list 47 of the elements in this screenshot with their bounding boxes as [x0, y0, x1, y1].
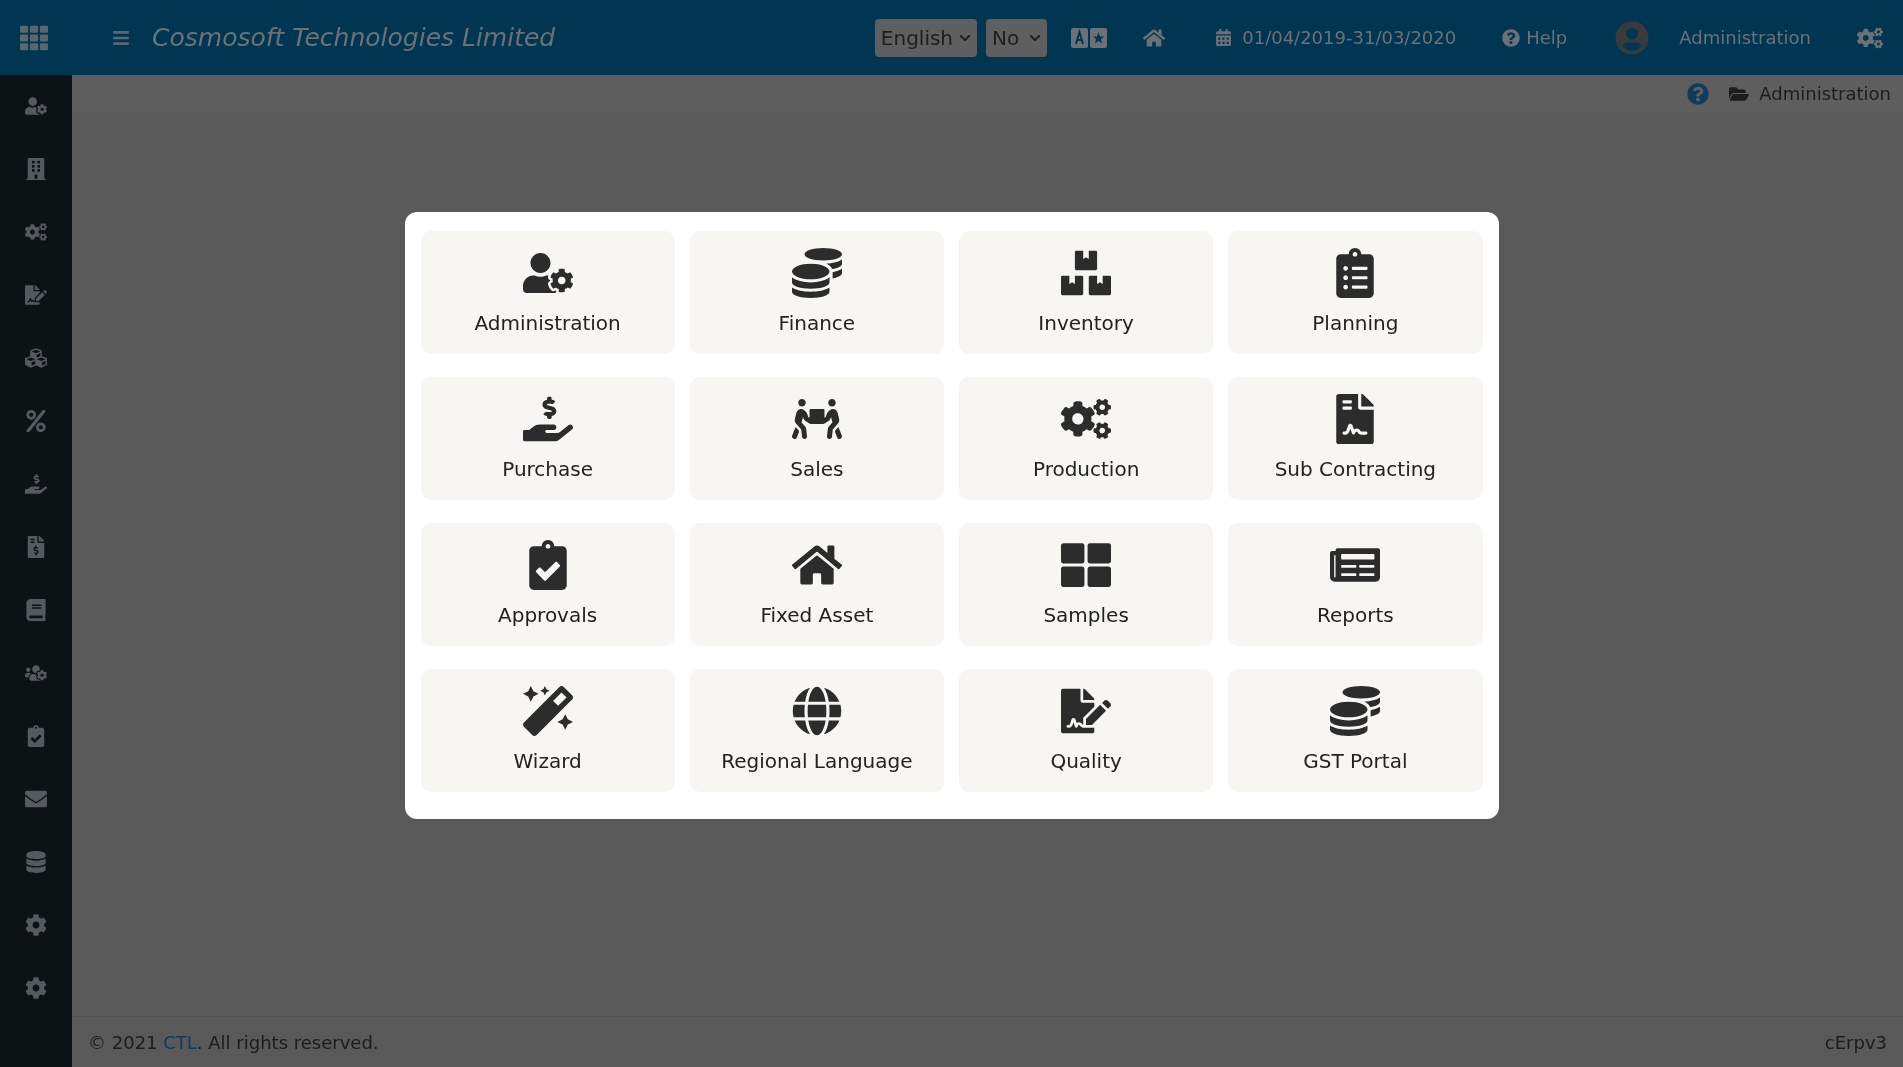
- invoice-icon[interactable]: [25, 536, 47, 558]
- pen-document-icon[interactable]: [25, 284, 47, 306]
- calendar-icon: [1215, 29, 1233, 46]
- magic-wand-icon: [522, 685, 573, 736]
- module-tile[interactable]: Administration: [420, 231, 675, 354]
- globe-icon: [791, 685, 842, 736]
- menu-icon[interactable]: [112, 28, 130, 47]
- company-title: Cosmosoft Technologies Limited: [152, 21, 556, 54]
- module-tile[interactable]: Reports: [1228, 523, 1483, 646]
- module-tile[interactable]: Samples: [959, 523, 1214, 646]
- hand-coin-icon[interactable]: [25, 473, 47, 495]
- building-icon[interactable]: [25, 158, 47, 180]
- module-tile[interactable]: Finance: [689, 231, 944, 354]
- coin-stack-icon: [791, 247, 842, 298]
- settings-icon[interactable]: [1857, 26, 1883, 49]
- copyright-text: © 2021 CTL. All rights reserved.: [88, 1030, 379, 1055]
- gears-icon[interactable]: [25, 221, 47, 243]
- module-tile[interactable]: Regional Language: [689, 669, 944, 792]
- settings-icon[interactable]: [25, 977, 47, 999]
- user-gear-icon[interactable]: [25, 95, 47, 117]
- help-icon: [1502, 28, 1521, 47]
- database-icon[interactable]: [25, 851, 47, 873]
- module-tile[interactable]: GST Portal: [1228, 669, 1483, 792]
- module-tile[interactable]: Quality: [959, 669, 1214, 792]
- module-tile[interactable]: Approvals: [420, 523, 675, 646]
- envelope-icon[interactable]: [25, 788, 47, 810]
- clipboard-check-icon[interactable]: [25, 725, 47, 747]
- translate-icon[interactable]: [1071, 27, 1108, 48]
- module-tile[interactable]: Fixed Asset: [689, 523, 944, 646]
- home-icon[interactable]: [1143, 26, 1166, 49]
- cubes-icon[interactable]: [25, 347, 47, 369]
- module-tile[interactable]: Production: [959, 377, 1214, 500]
- apps-grid-icon[interactable]: [20, 23, 48, 52]
- settings-icon[interactable]: [25, 914, 47, 936]
- module-tile[interactable]: Planning: [1228, 231, 1483, 354]
- coin-stack-icon: [1330, 685, 1381, 736]
- module-tile[interactable]: Wizard: [420, 669, 675, 792]
- version-text: cErpv3: [1824, 1030, 1887, 1055]
- module-tile[interactable]: Sales: [689, 377, 944, 500]
- folder-icon: [1729, 84, 1750, 103]
- module-tile[interactable]: Purchase: [420, 377, 675, 500]
- module-tile[interactable]: Inventory: [959, 231, 1214, 354]
- module-tile[interactable]: Sub Contracting: [1228, 377, 1483, 500]
- help-icon[interactable]: [1687, 82, 1710, 105]
- book-icon[interactable]: [25, 599, 47, 621]
- percent-icon[interactable]: [25, 410, 47, 432]
- users-gear-icon[interactable]: [25, 662, 47, 684]
